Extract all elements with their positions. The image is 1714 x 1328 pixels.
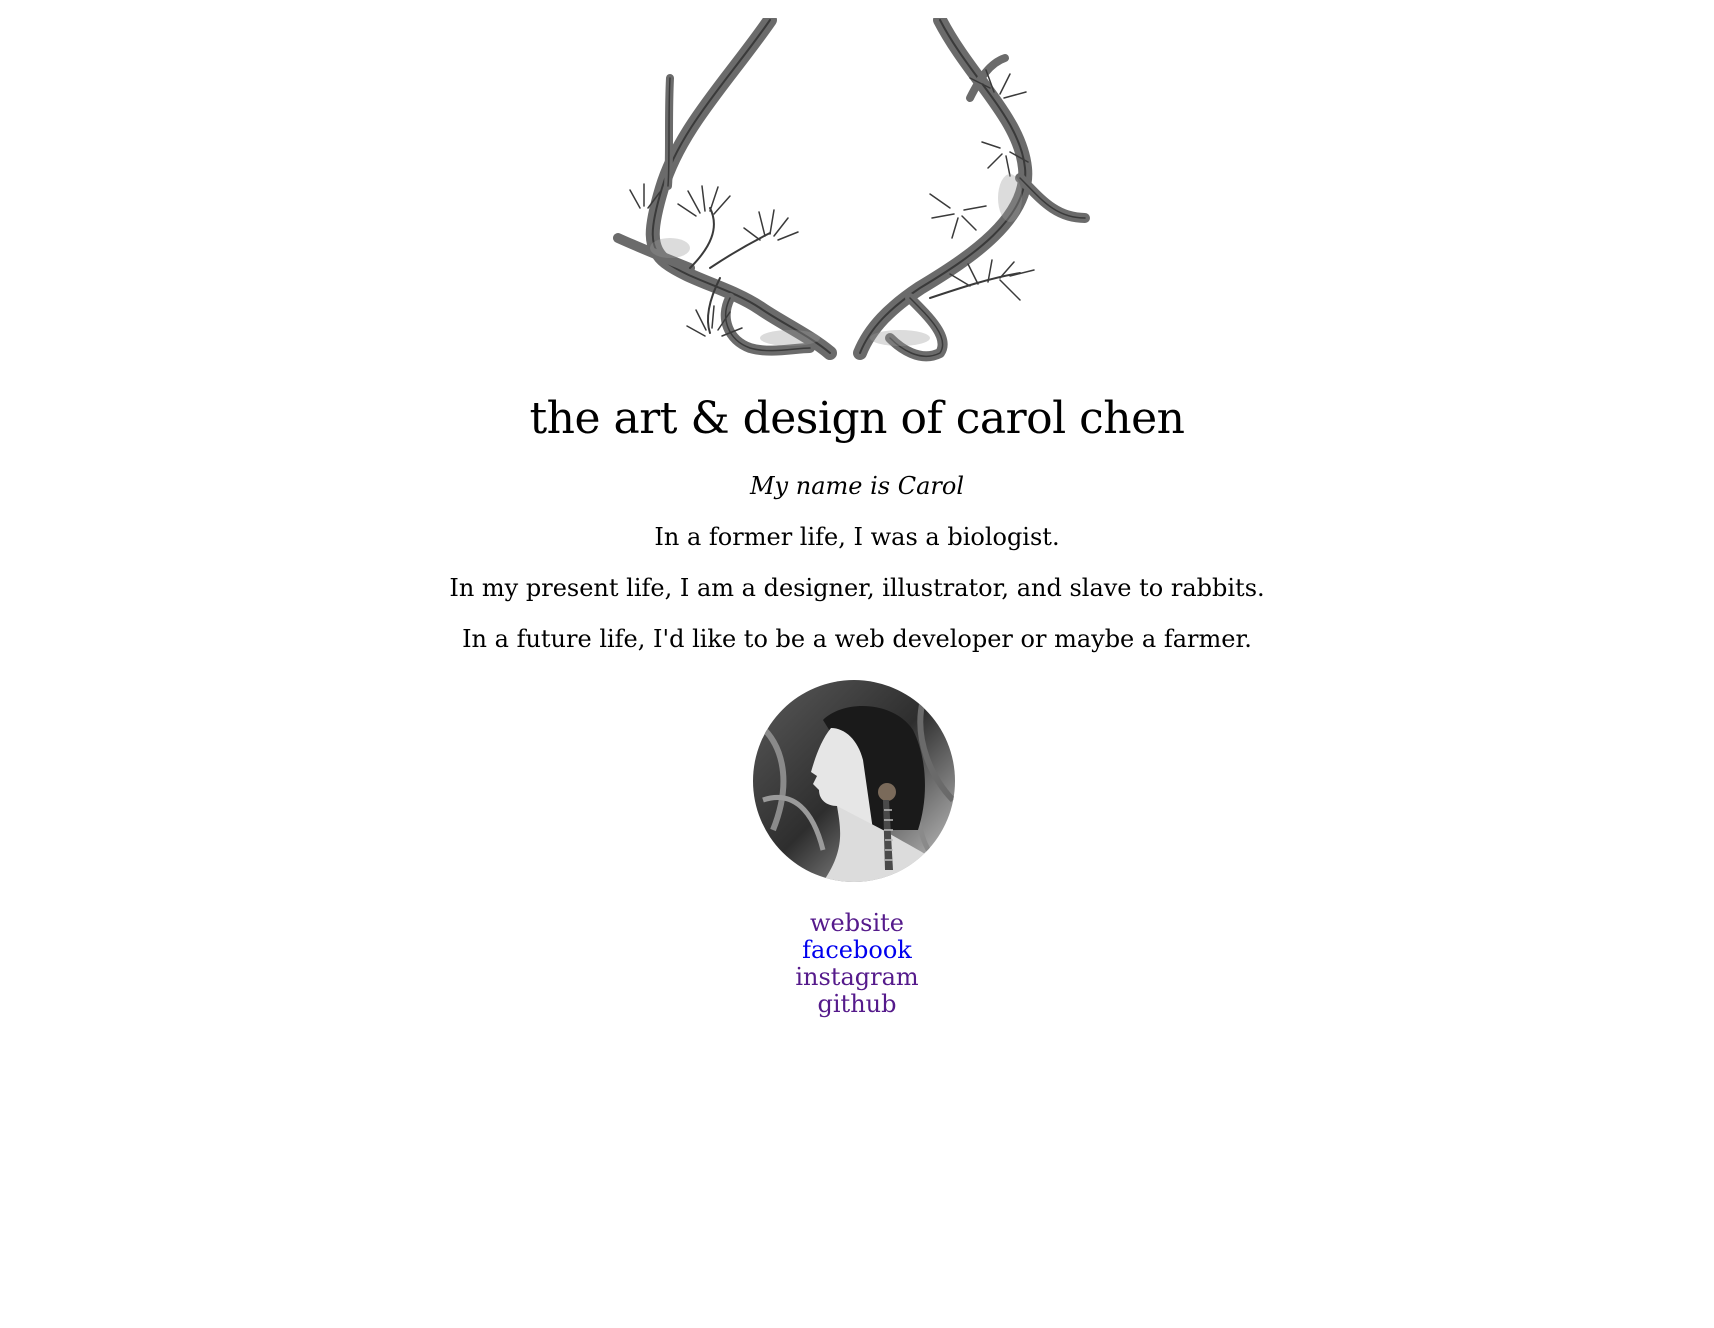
avatar (753, 680, 955, 882)
antlers-illustration (613, 18, 1090, 362)
present-life-text: In my present life, I am a designer, ill… (449, 574, 1265, 602)
past-life-text: In a former life, I was a biologist. (654, 523, 1060, 551)
portrait-photo (753, 680, 955, 882)
name-line: My name is Carol (749, 472, 964, 500)
website-link[interactable]: website (0, 910, 1714, 937)
future-life-text: In a future life, I'd like to be a web d… (462, 625, 1252, 653)
social-links: website facebook instagram github (0, 910, 1714, 1018)
github-link[interactable]: github (0, 991, 1714, 1018)
instagram-link[interactable]: instagram (0, 964, 1714, 991)
facebook-link[interactable]: facebook (0, 937, 1714, 964)
page-title: the art & design of carol chen (529, 393, 1185, 444)
